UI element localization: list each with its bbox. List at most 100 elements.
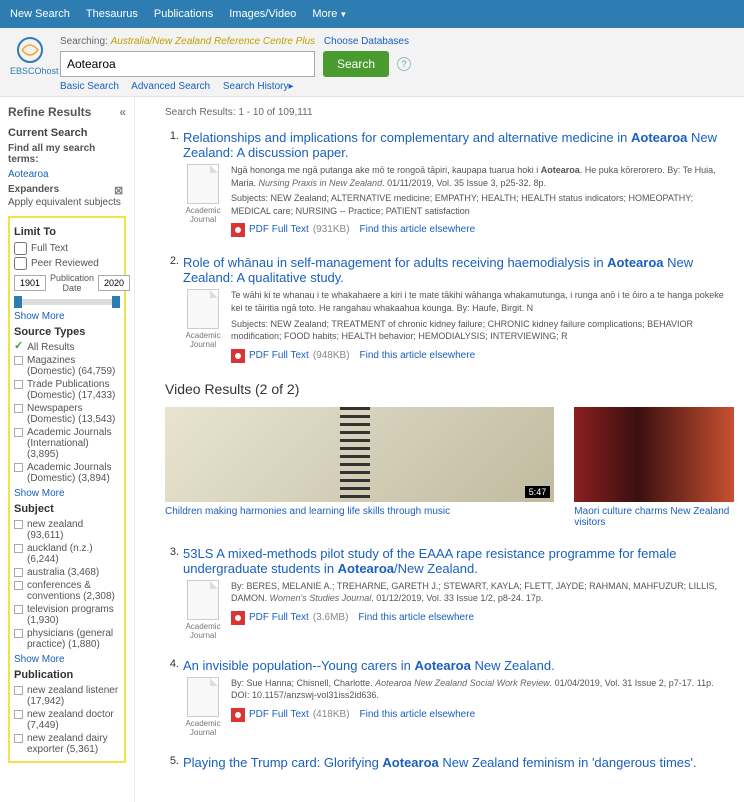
subject-item[interactable]: auckland (n.z.) (6,244)	[14, 543, 120, 565]
advanced-search-link[interactable]: Advanced Search	[131, 81, 210, 92]
limit-to-panel: Limit To Full Text Peer Reviewed Publica…	[8, 216, 126, 763]
source-type-item[interactable]: Newspapers (Domestic) (13,543)	[14, 403, 120, 425]
nav-thesaurus[interactable]: Thesaurus	[86, 8, 138, 20]
search-band: EBSCOhost Searching: Australia/New Zeala…	[0, 28, 744, 97]
video-results-heading: Video Results (2 of 2)	[165, 381, 734, 397]
find-elsewhere-link[interactable]: Find this article elsewhere	[358, 611, 474, 625]
find-elsewhere-link[interactable]: Find this article elsewhere	[360, 349, 476, 363]
subject-item[interactable]: television programs (1,930)	[14, 604, 120, 626]
nav-new-search[interactable]: New Search	[10, 8, 70, 20]
full-text-checkbox[interactable]: Full Text	[14, 242, 120, 255]
expanders-label: Expanders⊠	[8, 184, 126, 195]
remove-expander-icon[interactable]: ⊠	[114, 184, 126, 196]
result-item: 2. Role of whānau in self-management for…	[165, 255, 734, 362]
result-number: 4.	[165, 658, 179, 737]
searching-line: Searching: Australia/New Zealand Referen…	[60, 36, 734, 47]
sidebar: Refine Results« Current Search Find all …	[0, 97, 135, 802]
subject-item[interactable]: australia (3,468)	[14, 567, 120, 578]
result-thumb: Academic Journal	[183, 289, 223, 362]
subject-show-more[interactable]: Show More	[14, 654, 120, 665]
nav-images-video[interactable]: Images/Video	[229, 8, 296, 20]
peer-reviewed-checkbox[interactable]: Peer Reviewed	[14, 257, 120, 270]
result-subjects: Subjects: NEW Zealand; ALTERNATIVE medic…	[231, 192, 734, 217]
search-input[interactable]	[60, 51, 315, 77]
pdf-icon	[231, 349, 245, 363]
pdf-icon	[231, 708, 245, 722]
date-to-input[interactable]	[98, 275, 130, 291]
video-item[interactable]: 5:47 Children making harmonies and learn…	[165, 407, 554, 528]
pdf-full-text-link[interactable]: PDF Full Text	[249, 349, 309, 363]
video-thumbnail[interactable]: 5:47	[165, 407, 554, 502]
nav-publications[interactable]: Publications	[154, 8, 213, 20]
ebsco-logo-icon	[16, 36, 44, 64]
source-types-heading: Source Types	[14, 326, 120, 338]
result-item: 3. 53LS A mixed-methods pilot study of t…	[165, 546, 734, 640]
find-all-label: Find all my search terms:	[8, 143, 126, 165]
top-nav: New Search Thesaurus Publications Images…	[0, 0, 744, 28]
limit-show-more[interactable]: Show More	[14, 311, 120, 322]
publication-item[interactable]: new zealand doctor (7,449)	[14, 709, 120, 731]
video-thumbnail[interactable]	[574, 407, 734, 502]
subject-item[interactable]: conferences & conventions (2,308)	[14, 580, 120, 602]
result-item: 1. Relationships and implications for co…	[165, 130, 734, 237]
pdf-icon	[231, 223, 245, 237]
document-icon	[187, 580, 219, 620]
find-elsewhere-link[interactable]: Find this article elsewhere	[360, 708, 476, 722]
source-all-results[interactable]: ✓All Results	[14, 342, 120, 353]
date-slider[interactable]	[14, 299, 120, 305]
pubdate-label: Publication Date	[50, 273, 94, 293]
date-from-input[interactable]	[14, 275, 46, 291]
result-number: 1.	[165, 130, 179, 237]
pdf-size: (3.6MB)	[313, 611, 349, 625]
result-title-link[interactable]: An invisible population--Young carers in…	[183, 658, 555, 673]
result-title-link[interactable]: Role of whānau in self-management for ad…	[183, 255, 693, 285]
pdf-full-text-link[interactable]: PDF Full Text	[249, 708, 309, 722]
result-number: 3.	[165, 546, 179, 640]
search-term-link[interactable]: Aotearoa	[8, 169, 49, 180]
pdf-full-text-link[interactable]: PDF Full Text	[249, 611, 309, 625]
result-item: 4. An invisible population--Young carers…	[165, 658, 734, 737]
video-title-link[interactable]: Children making harmonies and learning l…	[165, 506, 450, 517]
source-type-item[interactable]: Trade Publications (Domestic) (17,433)	[14, 379, 120, 401]
limit-to-heading: Limit To	[14, 226, 120, 238]
pdf-size: (948KB)	[313, 349, 350, 363]
source-type-item[interactable]: Magazines (Domestic) (64,759)	[14, 355, 120, 377]
result-title-link[interactable]: 53LS A mixed-methods pilot study of the …	[183, 546, 677, 576]
result-title-link[interactable]: Relationships and implications for compl…	[183, 130, 717, 160]
result-thumb: Academic Journal	[183, 164, 223, 237]
source-type-item[interactable]: Academic Journals (International) (3,895…	[14, 427, 120, 460]
refine-heading: Refine Results«	[8, 105, 126, 119]
result-number: 2.	[165, 255, 179, 362]
document-icon	[187, 164, 219, 204]
help-icon[interactable]: ?	[397, 57, 411, 71]
brand-logo[interactable]: EBSCOhost	[10, 36, 50, 76]
pdf-size: (418KB)	[313, 708, 350, 722]
publication-item[interactable]: new zealand listener (17,942)	[14, 685, 120, 707]
video-item[interactable]: Maori culture charms New Zealand visitor…	[574, 407, 734, 528]
subject-item[interactable]: new zealand (93,611)	[14, 519, 120, 541]
result-title-link[interactable]: Playing the Trump card: Glorifying Aotea…	[183, 755, 697, 770]
video-duration: 5:47	[525, 486, 551, 498]
find-elsewhere-link[interactable]: Find this article elsewhere	[360, 223, 476, 237]
expander-value: Apply equivalent subjects	[8, 197, 126, 208]
results-count: Search Results: 1 - 10 of 109,111	[165, 107, 734, 118]
pdf-size: (931KB)	[313, 223, 350, 237]
source-show-more[interactable]: Show More	[14, 488, 120, 499]
basic-search-link[interactable]: Basic Search	[60, 81, 119, 92]
current-search-heading: Current Search	[8, 127, 126, 139]
video-title-link[interactable]: Maori culture charms New Zealand visitor…	[574, 506, 729, 528]
pdf-icon	[231, 611, 245, 625]
result-subjects: Subjects: NEW Zealand; TREATMENT of chro…	[231, 318, 734, 343]
subject-item[interactable]: physicians (general practice) (1,880)	[14, 628, 120, 650]
document-icon	[187, 677, 219, 717]
pdf-full-text-link[interactable]: PDF Full Text	[249, 223, 309, 237]
publication-item[interactable]: new zealand dairy exporter (5,361)	[14, 733, 120, 755]
search-button[interactable]: Search	[323, 51, 389, 77]
chevron-down-icon: ▼	[339, 10, 347, 19]
nav-more[interactable]: More▼	[312, 8, 347, 20]
choose-databases-link[interactable]: Choose Databases	[324, 36, 409, 47]
source-type-item[interactable]: Academic Journals (Domestic) (3,894)	[14, 462, 120, 484]
search-history-link[interactable]: Search History▸	[223, 81, 294, 92]
database-name: Australia/New Zealand Reference Centre P…	[111, 36, 316, 47]
result-number: 5.	[165, 755, 179, 774]
